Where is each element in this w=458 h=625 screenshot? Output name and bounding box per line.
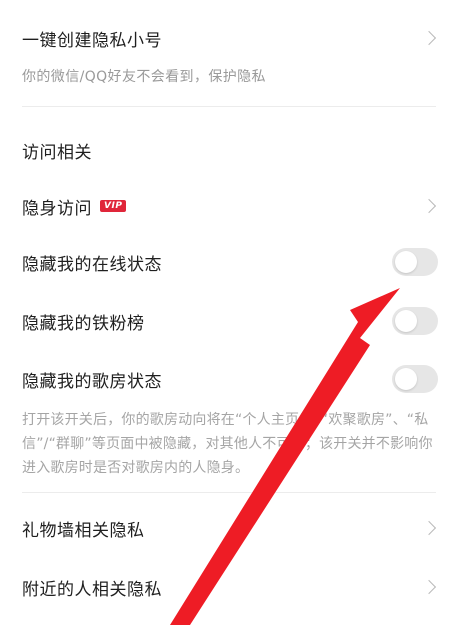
gift-wall-privacy-row[interactable]: 礼物墙相关隐私 xyxy=(0,506,458,550)
nearby-people-privacy-label: 附近的人相关隐私 xyxy=(22,579,162,600)
toggle-knob xyxy=(395,251,417,273)
hide-song-room-status-row: 隐藏我的歌房状态 xyxy=(0,357,458,401)
hide-fans-list-toggle[interactable] xyxy=(392,307,438,335)
chevron-right-icon xyxy=(421,579,437,595)
invisible-visit-row[interactable]: 隐身访问 VIP xyxy=(0,184,458,228)
nearby-people-privacy-row[interactable]: 附近的人相关隐私 xyxy=(0,565,458,609)
section-title-access: 访问相关 xyxy=(22,143,92,163)
toggle-knob xyxy=(395,310,417,332)
divider xyxy=(22,106,436,107)
hide-song-room-status-toggle[interactable] xyxy=(392,365,438,393)
hide-song-room-status-label: 隐藏我的歌房状态 xyxy=(22,371,162,392)
chevron-right-icon xyxy=(421,30,437,46)
divider xyxy=(22,492,436,493)
hide-online-status-toggle[interactable] xyxy=(392,248,438,276)
chevron-right-icon xyxy=(421,198,437,214)
hide-fans-list-row: 隐藏我的铁粉榜 xyxy=(0,299,458,343)
gift-wall-privacy-label: 礼物墙相关隐私 xyxy=(22,520,145,541)
create-private-account-row[interactable]: 一键创建隐私小号 xyxy=(0,16,458,60)
vip-badge: VIP xyxy=(100,200,127,212)
create-private-account-label: 一键创建隐私小号 xyxy=(22,30,162,51)
hide-online-status-label: 隐藏我的在线状态 xyxy=(22,254,162,275)
hide-online-status-row: 隐藏我的在线状态 xyxy=(0,240,458,284)
song-room-status-description: 打开该开关后，你的歌房动向将在“个人主页”、“欢聚歌房”、“私信”/“群聊”等页… xyxy=(22,412,433,476)
hide-fans-list-label: 隐藏我的铁粉榜 xyxy=(22,313,145,334)
chevron-right-icon xyxy=(421,520,437,536)
create-private-account-subtitle: 你的微信/QQ好友不会看到，保护隐私 xyxy=(22,69,266,85)
toggle-knob xyxy=(395,368,417,390)
invisible-visit-label: 隐身访问 xyxy=(22,198,92,219)
